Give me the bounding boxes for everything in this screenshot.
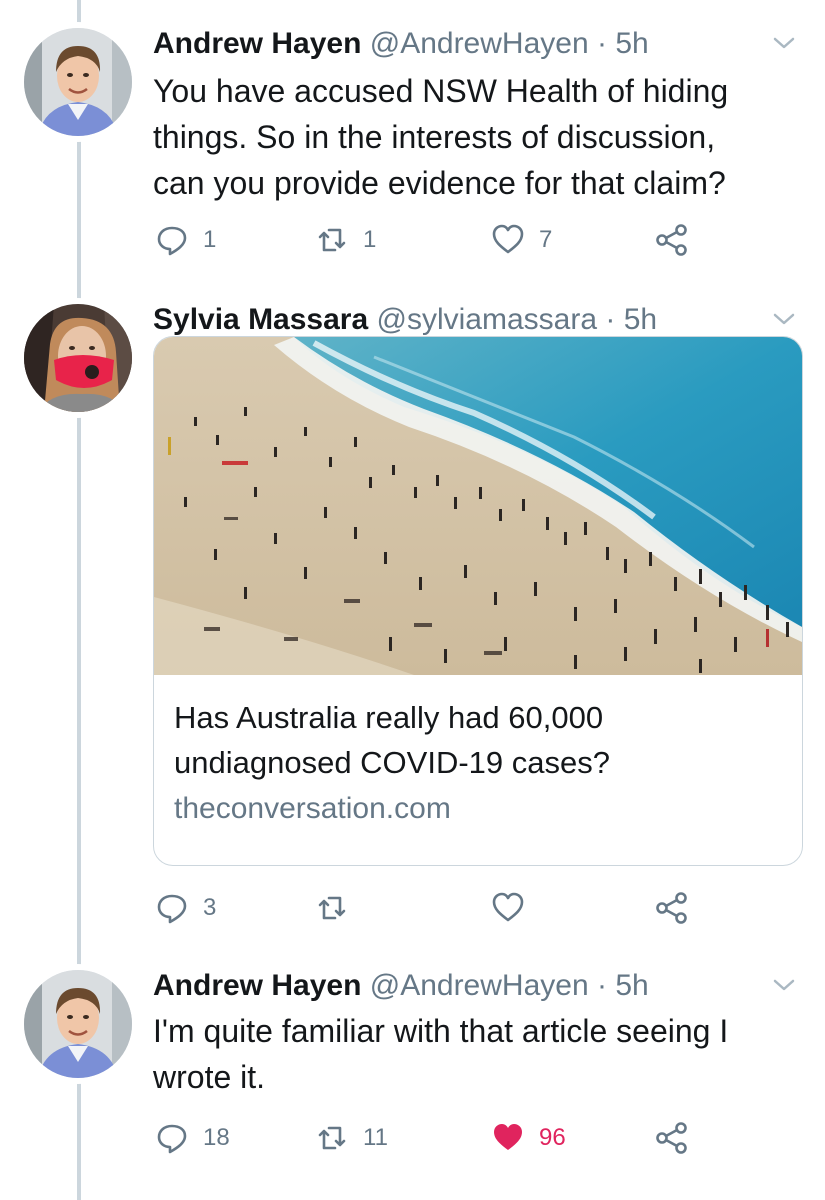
like-count: 7 [539, 226, 553, 253]
share-icon [656, 1122, 687, 1154]
retweet-button[interactable]: 11 [315, 1118, 388, 1158]
avatar-man-icon [24, 28, 132, 136]
retweet-icon [318, 1126, 346, 1150]
author-name[interactable]: Sylvia Massara [153, 303, 368, 336]
tweet-text-line: can you provide evidence for that claim? [153, 165, 726, 201]
tweet-3[interactable]: Andrew Hayen @AndrewHayen · 5h I'm quite… [0, 964, 825, 1184]
avatar[interactable] [24, 304, 132, 412]
avatar-man-icon [24, 970, 132, 1078]
retweet-count: 11 [363, 1124, 388, 1151]
card-title-line: undiagnosed COVID-19 cases? [174, 745, 610, 780]
reply-button[interactable]: 18 [155, 1118, 230, 1158]
heart-icon [492, 224, 524, 254]
reply-icon [157, 1124, 187, 1154]
like-button[interactable] [491, 888, 539, 928]
avatar-woman-mask-icon [24, 304, 132, 412]
share-button[interactable] [655, 220, 689, 260]
tweet-actions: 3 [153, 888, 785, 928]
tweet-actions: 18 11 96 [153, 1118, 785, 1158]
timestamp[interactable]: 5h [615, 969, 648, 1002]
author-handle[interactable]: @AndrewHayen [370, 27, 589, 60]
tweet-text-line: things. So in the interests of discussio… [153, 119, 716, 155]
author-handle[interactable]: @AndrewHayen [370, 969, 589, 1002]
card-title[interactable]: Has Australia really had 60,000 undiagno… [174, 695, 782, 785]
share-icon [656, 224, 687, 256]
avatar[interactable] [24, 28, 132, 136]
reply-icon [157, 226, 187, 256]
card-image[interactable] [154, 337, 802, 675]
card-title-line: Has Australia really had 60,000 [174, 700, 604, 735]
chevron-down-icon[interactable] [769, 970, 799, 1000]
tweet-2[interactable]: Sylvia Massara @sylviamassara · 5h Has A… [0, 298, 825, 938]
retweet-button[interactable]: 1 [315, 220, 376, 260]
separator: · [596, 969, 607, 1002]
chevron-down-icon[interactable] [769, 304, 799, 334]
tweet-header: Andrew Hayen @AndrewHayen · 5h [153, 22, 785, 66]
heart-icon [492, 892, 524, 922]
reply-button[interactable]: 3 [155, 888, 216, 928]
heart-filled-icon [494, 1124, 522, 1150]
tweet-actions: 1 1 7 [153, 220, 785, 260]
avatar[interactable] [24, 970, 132, 1078]
retweet-icon [318, 896, 346, 920]
share-icon [656, 892, 687, 924]
like-button[interactable]: 7 [491, 220, 552, 260]
chevron-down-icon[interactable] [769, 28, 799, 58]
reply-count: 3 [203, 894, 217, 921]
separator: · [605, 303, 616, 336]
retweet-button[interactable] [315, 888, 363, 928]
retweet-count: 1 [363, 226, 377, 253]
tweet-text-line: You have accused NSW Health of hiding [153, 73, 729, 109]
timestamp[interactable]: 5h [624, 303, 657, 336]
like-count: 96 [539, 1124, 566, 1151]
tweet-1[interactable]: Andrew Hayen @AndrewHayen · 5h You have … [0, 22, 825, 272]
retweet-icon [318, 228, 346, 252]
card-domain[interactable]: theconversation.com [174, 789, 451, 829]
timestamp[interactable]: 5h [615, 27, 648, 60]
like-button[interactable]: 96 [491, 1118, 566, 1158]
tweet-text: You have accused NSW Health of hiding th… [153, 68, 795, 206]
reply-button[interactable]: 1 [155, 220, 216, 260]
author-name[interactable]: Andrew Hayen [153, 969, 361, 1002]
author-handle[interactable]: @sylviamassara [377, 303, 598, 336]
share-button[interactable] [655, 888, 689, 928]
tweet-text-line: wrote it. [153, 1059, 266, 1095]
separator: · [596, 27, 607, 60]
author-name[interactable]: Andrew Hayen [153, 27, 361, 60]
beach-crowd-photo [154, 337, 802, 675]
reply-count: 18 [203, 1124, 230, 1151]
reply-count: 1 [203, 226, 217, 253]
tweet-header: Andrew Hayen @AndrewHayen · 5h [153, 964, 785, 1008]
link-card[interactable]: Has Australia really had 60,000 undiagno… [153, 336, 803, 866]
reply-icon [157, 894, 187, 924]
tweet-text: I'm quite familiar with that article see… [153, 1008, 795, 1100]
tweet-text-line: I'm quite familiar with that article see… [153, 1013, 729, 1049]
share-button[interactable] [655, 1118, 689, 1158]
